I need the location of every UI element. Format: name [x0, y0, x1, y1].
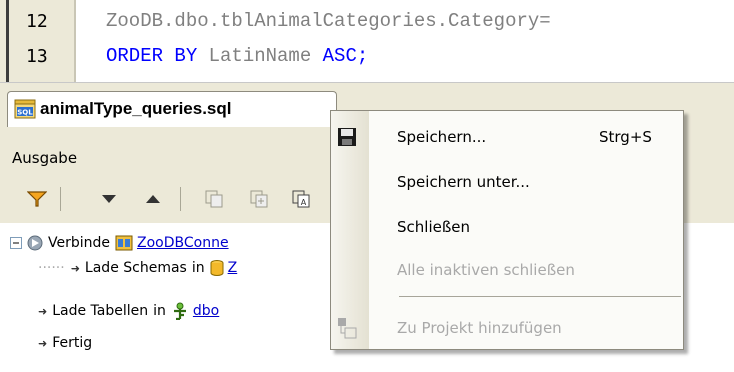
menu-item-save[interactable]: Speichern... Strg+S [338, 120, 683, 154]
svg-text:A: A [301, 198, 307, 207]
output-panel-title: Ausgabe [12, 149, 78, 167]
tree-row-schemas[interactable]: ······ ➜ Lade Schemas in Z [38, 257, 242, 279]
menu-item-label: Speichern... [397, 128, 487, 146]
tree-row-text: in [153, 303, 166, 319]
svg-text:SQL: SQL [17, 109, 33, 117]
line-number: 13 [26, 46, 48, 67]
menu-item-save-as[interactable]: Speichern unter... [369, 165, 683, 199]
tree-connector: ······ [38, 260, 65, 276]
schema-dbo-link[interactable]: dbo [193, 303, 219, 319]
copy-add-icon [246, 186, 272, 212]
arrow-down-icon[interactable] [96, 186, 122, 212]
line-number-gutter: 12 13 [0, 0, 76, 82]
arrow-up-icon[interactable] [140, 186, 166, 212]
arrow-right-icon: ➜ [38, 304, 48, 318]
connection-link[interactable]: ZooDBConne [137, 235, 229, 251]
tree-row-text: Verbinde [48, 235, 111, 251]
arrow-right-icon: ➜ [38, 336, 48, 350]
menu-separator [399, 296, 681, 297]
menu-item-label: Schließen [397, 218, 471, 236]
tree-row-tables[interactable]: ➜ Lade Tabellen in dbo [38, 300, 224, 322]
toolbar-separator [60, 187, 61, 211]
database-connection-icon [115, 235, 133, 251]
schema-user-icon [173, 302, 186, 320]
copy-text-icon[interactable]: A [288, 186, 314, 212]
collapse-icon[interactable] [10, 237, 22, 249]
sql-keyword: ORDER BY [106, 45, 198, 67]
database-icon [210, 260, 224, 276]
menu-item-label: Alle inaktiven schließen [397, 261, 575, 279]
toolbar-separator [180, 187, 181, 211]
menu-item-add-to-project: Zu Projekt hinzufügen [338, 311, 683, 345]
tree-row-text: in [191, 260, 205, 276]
code-text: LatinName [197, 45, 323, 67]
tab-animaltype-queries[interactable]: SQL animalType_queries.sql [7, 91, 337, 127]
action-arrow-icon [27, 235, 43, 251]
sql-file-icon: SQL [14, 99, 36, 119]
tree-row-done: ➜ Fertig [38, 332, 97, 354]
code-editor[interactable]: 12 13 ZooDB.dbo.tblAnimalCategories.Cate… [0, 0, 734, 83]
save-icon [338, 128, 356, 146]
schema-link[interactable]: Z [228, 260, 238, 276]
menu-item-close-all-inactive: Alle inaktiven schließen [369, 253, 683, 287]
tab-label: animalType_queries.sql [40, 99, 232, 118]
menu-item-label: Speichern unter... [397, 173, 530, 191]
filter-icon[interactable] [24, 186, 50, 212]
arrow-right-icon: ➜ [70, 261, 80, 275]
code-line[interactable]: ZooDB.dbo.tblAnimalCategories.Category= [106, 10, 551, 32]
copy-icon [201, 186, 227, 212]
tree-row-text: Fertig [52, 335, 93, 351]
tree-row-connect[interactable]: Verbinde ZooDBConne [10, 232, 234, 254]
tree-row-text: Lade Schemas [84, 260, 187, 276]
menu-item-shortcut: Strg+S [599, 128, 652, 146]
add-to-project-icon [338, 318, 357, 339]
code-line[interactable]: ORDER BY LatinName ASC; [106, 45, 368, 67]
menu-item-label: Zu Projekt hinzufügen [397, 319, 562, 337]
menu-item-close[interactable]: Schließen [369, 210, 683, 244]
sql-keyword: ASC; [322, 45, 369, 67]
tree-row-text: Lade Tabellen [52, 303, 149, 319]
line-number: 12 [26, 11, 48, 32]
tab-context-menu: Speichern... Strg+S Speichern unter... S… [330, 110, 684, 350]
gutter-edge [6, 0, 9, 82]
